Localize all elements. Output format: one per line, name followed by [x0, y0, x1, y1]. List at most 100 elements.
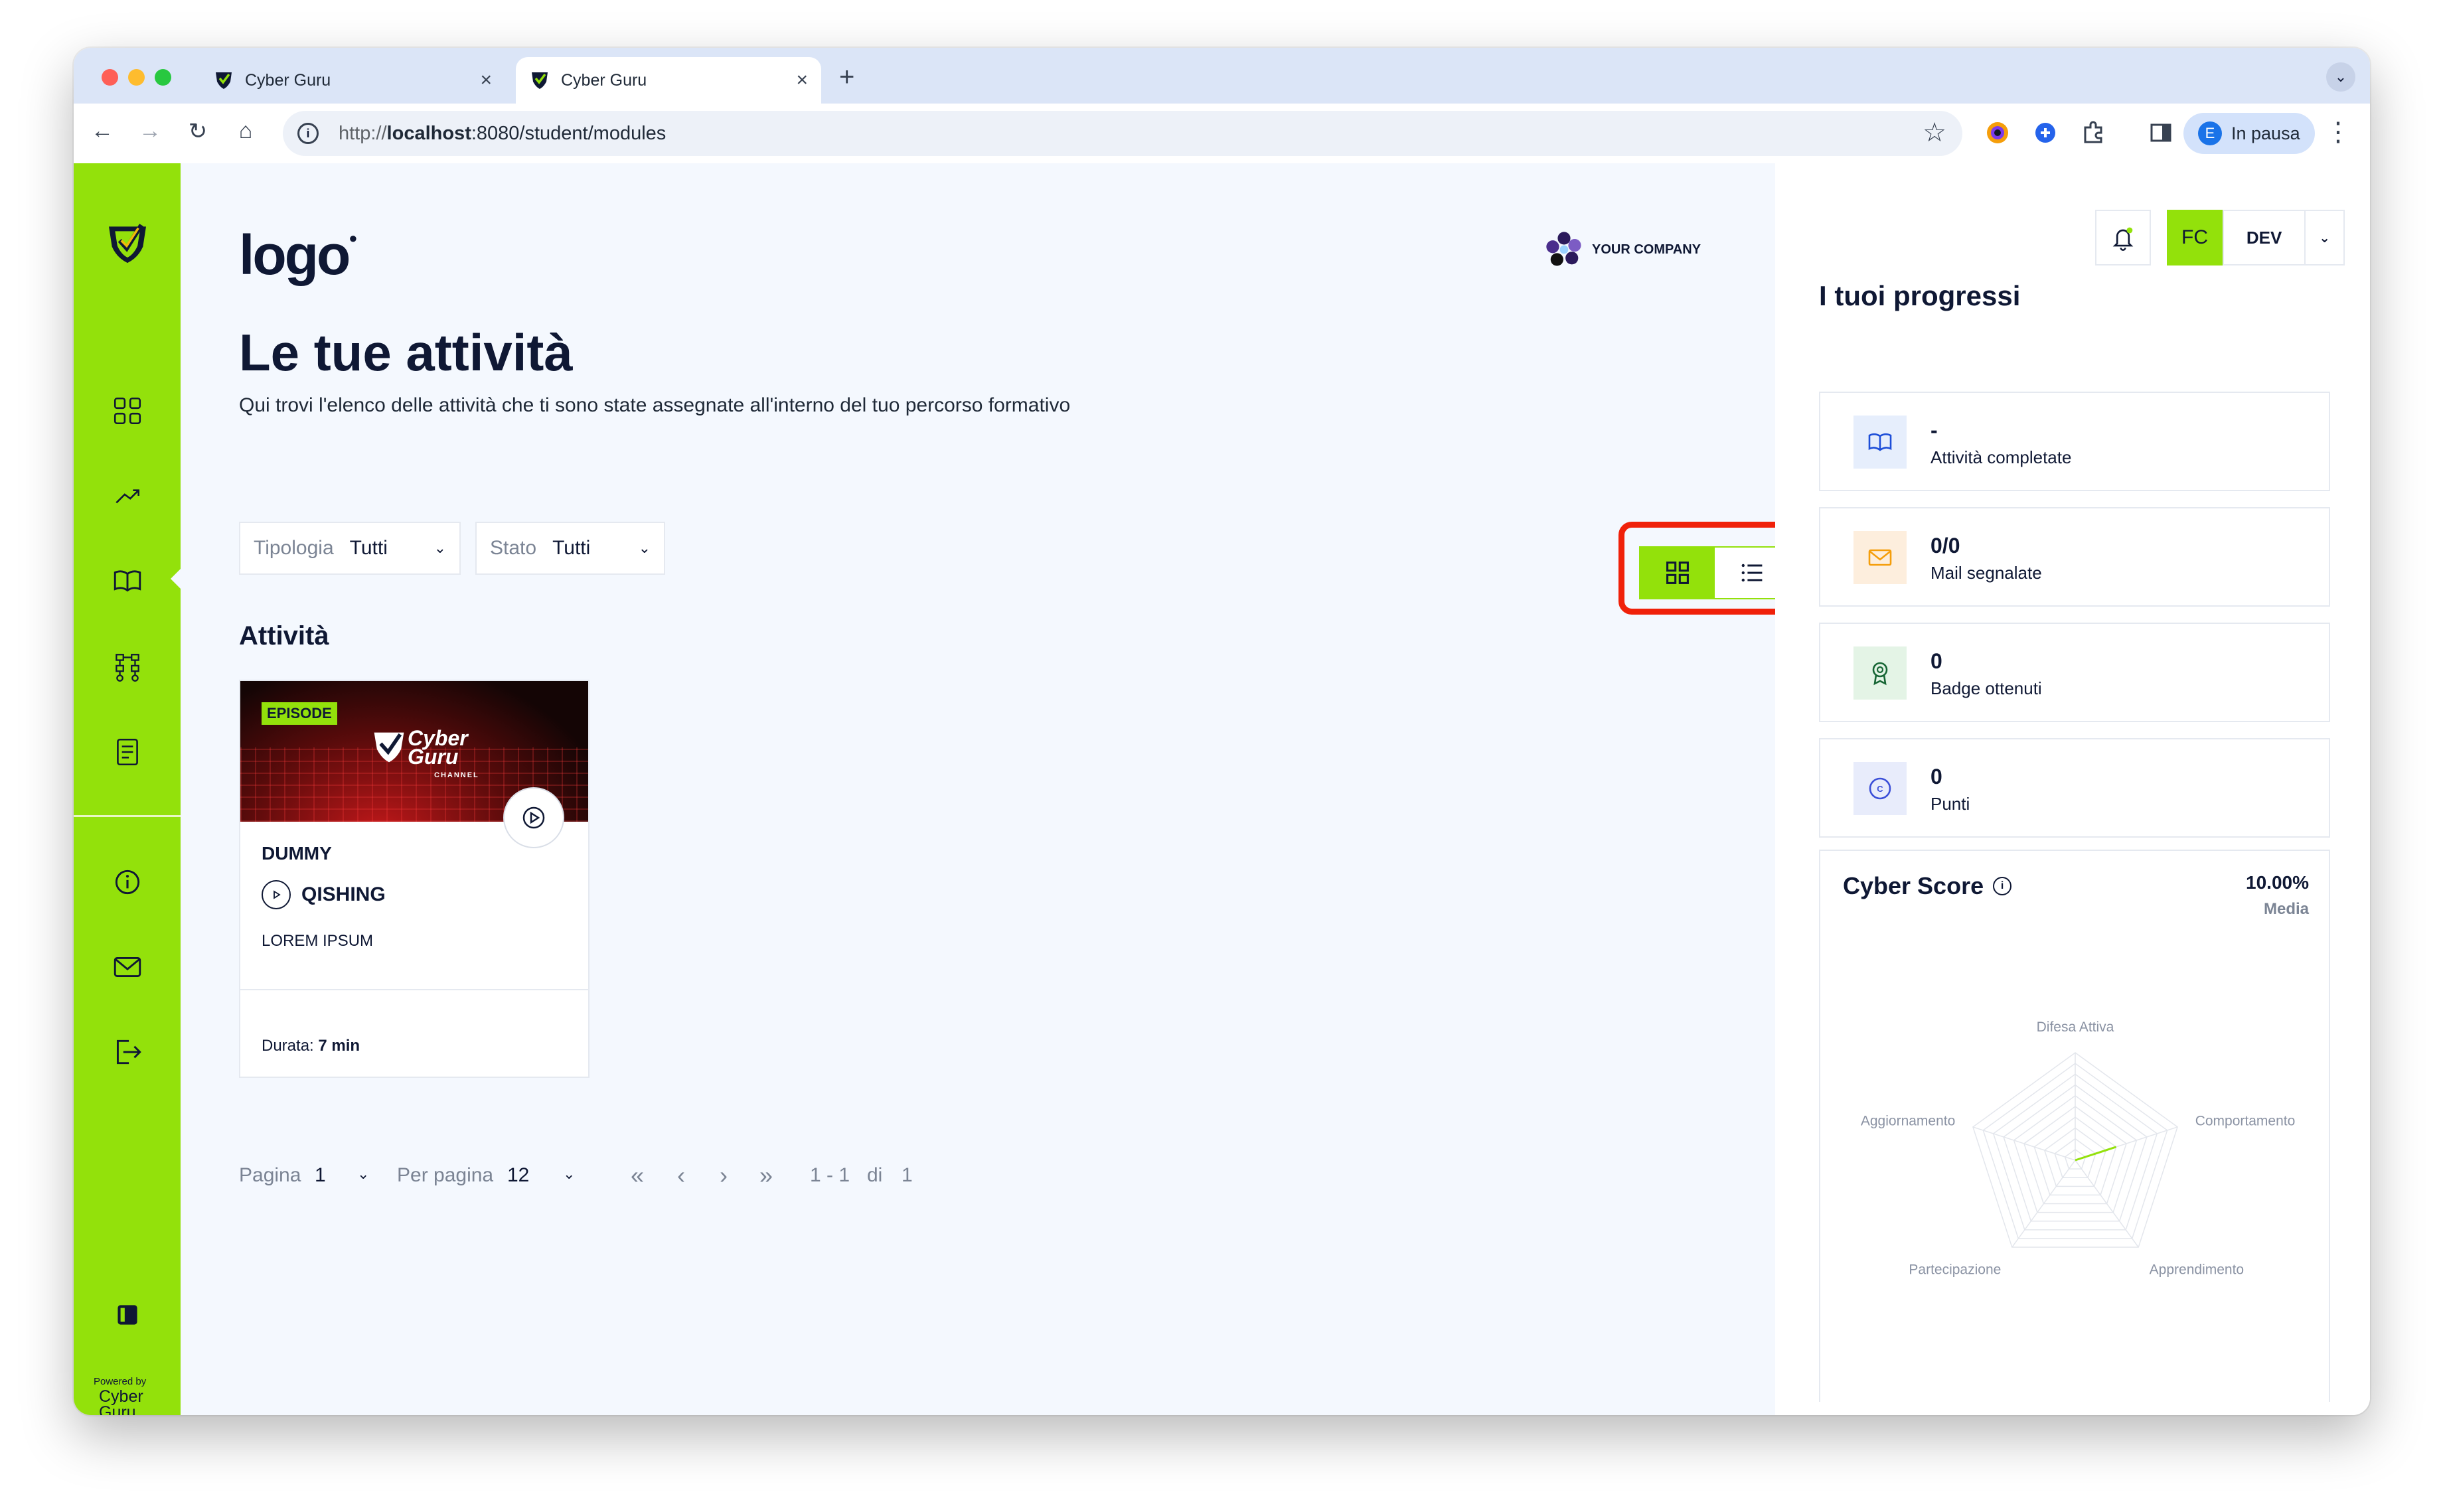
list-icon: [1741, 564, 1763, 582]
minimize-window-button[interactable]: [128, 69, 145, 86]
cyber-guru-favicon-icon: [532, 72, 548, 89]
page-subtitle: Qui trovi l'elenco delle attività che ti…: [239, 394, 1071, 416]
mail-icon: [1853, 531, 1907, 584]
tab-search-chevron-icon[interactable]: ⌄: [2326, 62, 2355, 92]
active-item-pointer: [171, 568, 181, 589]
document-icon: [117, 738, 138, 766]
play-circle-icon: [262, 880, 291, 909]
svg-text:C: C: [1877, 784, 1883, 794]
sidebar-item-documents[interactable]: [108, 733, 147, 771]
environment-select[interactable]: DEV ⌄: [2223, 210, 2345, 265]
sidebar-item-activities[interactable]: [108, 562, 147, 600]
stat-points: C 0 Punti: [1819, 738, 2330, 838]
user-avatar[interactable]: FC: [2167, 210, 2223, 265]
cyber-score-percent: 10.00%: [2246, 872, 2309, 893]
cyber-score-radar-chart: Difesa Attiva Comportamento Apprendimento P…: [1861, 1020, 2295, 1278]
close-tab-icon[interactable]: ×: [796, 69, 808, 92]
book-icon: [1853, 416, 1907, 469]
mail-icon: [114, 957, 141, 977]
stat-completed-activities: - Attività completate: [1819, 392, 2330, 491]
panel-toggle-icon: [118, 1305, 137, 1325]
radar-axis-label: Aggiornamento: [1861, 1113, 1955, 1128]
card-description: LOREM IPSUM: [262, 932, 374, 950]
award-icon: [1853, 646, 1907, 700]
browser-menu-icon[interactable]: ⋮: [2325, 117, 2351, 147]
filter-tipologia[interactable]: Tipologia Tutti ⌄: [239, 522, 461, 575]
sidebar-item-info[interactable]: [108, 863, 147, 901]
back-arrow-icon[interactable]: ←: [87, 118, 118, 144]
page-total: 1: [902, 1164, 913, 1186]
address-bar[interactable]: i http://localhost:8080/student/modules …: [283, 111, 1962, 156]
play-button[interactable]: [503, 787, 564, 848]
close-tab-icon[interactable]: ×: [480, 69, 492, 92]
page-title: Le tue attività: [239, 323, 573, 382]
per-page-select[interactable]: 12: [507, 1164, 529, 1187]
sidebar-item-mail[interactable]: [108, 948, 147, 986]
info-icon[interactable]: i: [1993, 877, 2012, 895]
cyber-guru-favicon-icon: [216, 72, 232, 89]
url-text[interactable]: http://localhost:8080/student/modules: [339, 123, 666, 145]
reload-icon[interactable]: ↻: [183, 118, 213, 145]
forward-arrow-icon[interactable]: →: [135, 118, 165, 144]
progress-title: I tuoi progressi: [1819, 280, 2021, 311]
grid-icon: [1666, 562, 1689, 584]
notifications-button[interactable]: [2095, 210, 2151, 265]
app-logo-shield-icon[interactable]: [103, 219, 152, 268]
tab-title: Cyber Guru: [245, 70, 331, 90]
section-title: Attività: [239, 621, 329, 650]
card-title: DUMMY: [262, 843, 332, 864]
sidebar-item-logout[interactable]: [108, 1033, 147, 1071]
browser-tab-2[interactable]: Cyber Guru ×: [516, 57, 821, 104]
sidebar-item-progress[interactable]: [108, 477, 147, 515]
grid-view-button[interactable]: [1640, 548, 1715, 598]
chevron-down-icon[interactable]: ⌄: [563, 1166, 575, 1183]
profile-button[interactable]: E In pausa: [2183, 113, 2315, 154]
radar-axis-line: [1972, 1126, 2076, 1161]
profile-status: In pausa: [2231, 123, 2300, 143]
per-page-label: Per pagina: [397, 1164, 494, 1186]
stat-reported-mail: 0/0 Mail segnalate: [1819, 507, 2330, 607]
extension-puzzle-blue-icon[interactable]: [2032, 119, 2059, 146]
client-logo: logo●: [239, 224, 358, 286]
network-icon: [116, 654, 139, 682]
channel-brand: Cyber Guru CHANNEL: [408, 726, 479, 779]
next-page-button[interactable]: ›: [720, 1162, 728, 1189]
filter-stato[interactable]: Stato Tutti ⌄: [475, 522, 665, 575]
browser-window: Cyber Guru × Cyber Guru × + ⌄ ← → ↻ ⌂ i …: [74, 48, 2370, 1415]
sidebar-divider: [74, 815, 181, 817]
cyber-score-card: Cyber Score i 10.00% Media Difesa Attiva C…: [1819, 850, 2330, 1402]
tab-bar: Cyber Guru × Cyber Guru × + ⌄: [74, 48, 2370, 104]
logout-icon: [116, 1039, 141, 1065]
chevron-down-icon[interactable]: ⌄: [357, 1166, 369, 1183]
card-type: QISHING: [262, 880, 386, 909]
bookmark-star-icon[interactable]: ☆: [1923, 117, 1946, 148]
maximize-window-button[interactable]: [155, 69, 171, 86]
page-of-label: di: [867, 1164, 883, 1186]
browser-tab-1[interactable]: Cyber Guru ×: [200, 57, 505, 104]
stat-badges: 0 Badge ottenuti: [1819, 623, 2330, 722]
page-select[interactable]: 1: [315, 1164, 326, 1187]
card-duration: Durata: 7 min: [262, 1037, 360, 1055]
page-range: 1 - 1: [810, 1164, 850, 1186]
new-tab-button[interactable]: +: [839, 62, 854, 92]
info-icon: [115, 869, 140, 895]
view-toggle: [1639, 546, 1790, 599]
sidebar-item-network[interactable]: [108, 648, 147, 686]
sidebar-item-collapse[interactable]: [108, 1296, 147, 1334]
first-page-button[interactable]: «: [631, 1162, 644, 1189]
company-logo: YOUR COMPANY: [1543, 228, 1701, 271]
close-window-button[interactable]: [102, 69, 118, 86]
last-page-button[interactable]: »: [759, 1162, 773, 1189]
site-info-icon[interactable]: i: [297, 123, 319, 144]
home-icon[interactable]: ⌂: [230, 118, 261, 144]
extensions-puzzle-icon[interactable]: [2080, 119, 2106, 146]
sidebar-item-dashboard[interactable]: [108, 392, 147, 430]
cyber-score-media: Media: [2263, 900, 2309, 918]
browser-toolbar: ← → ↻ ⌂ i http://localhost:8080/student/…: [74, 104, 2370, 165]
episode-badge: EPISODE: [262, 702, 337, 725]
play-icon: [522, 806, 545, 829]
activity-card[interactable]: EPISODE Cyber Guru CHANNEL DUMMY QISHING …: [239, 680, 590, 1078]
prev-page-button[interactable]: ‹: [677, 1162, 685, 1189]
extension-color-icon[interactable]: [1984, 119, 2011, 146]
side-panel-icon[interactable]: [2148, 119, 2174, 146]
